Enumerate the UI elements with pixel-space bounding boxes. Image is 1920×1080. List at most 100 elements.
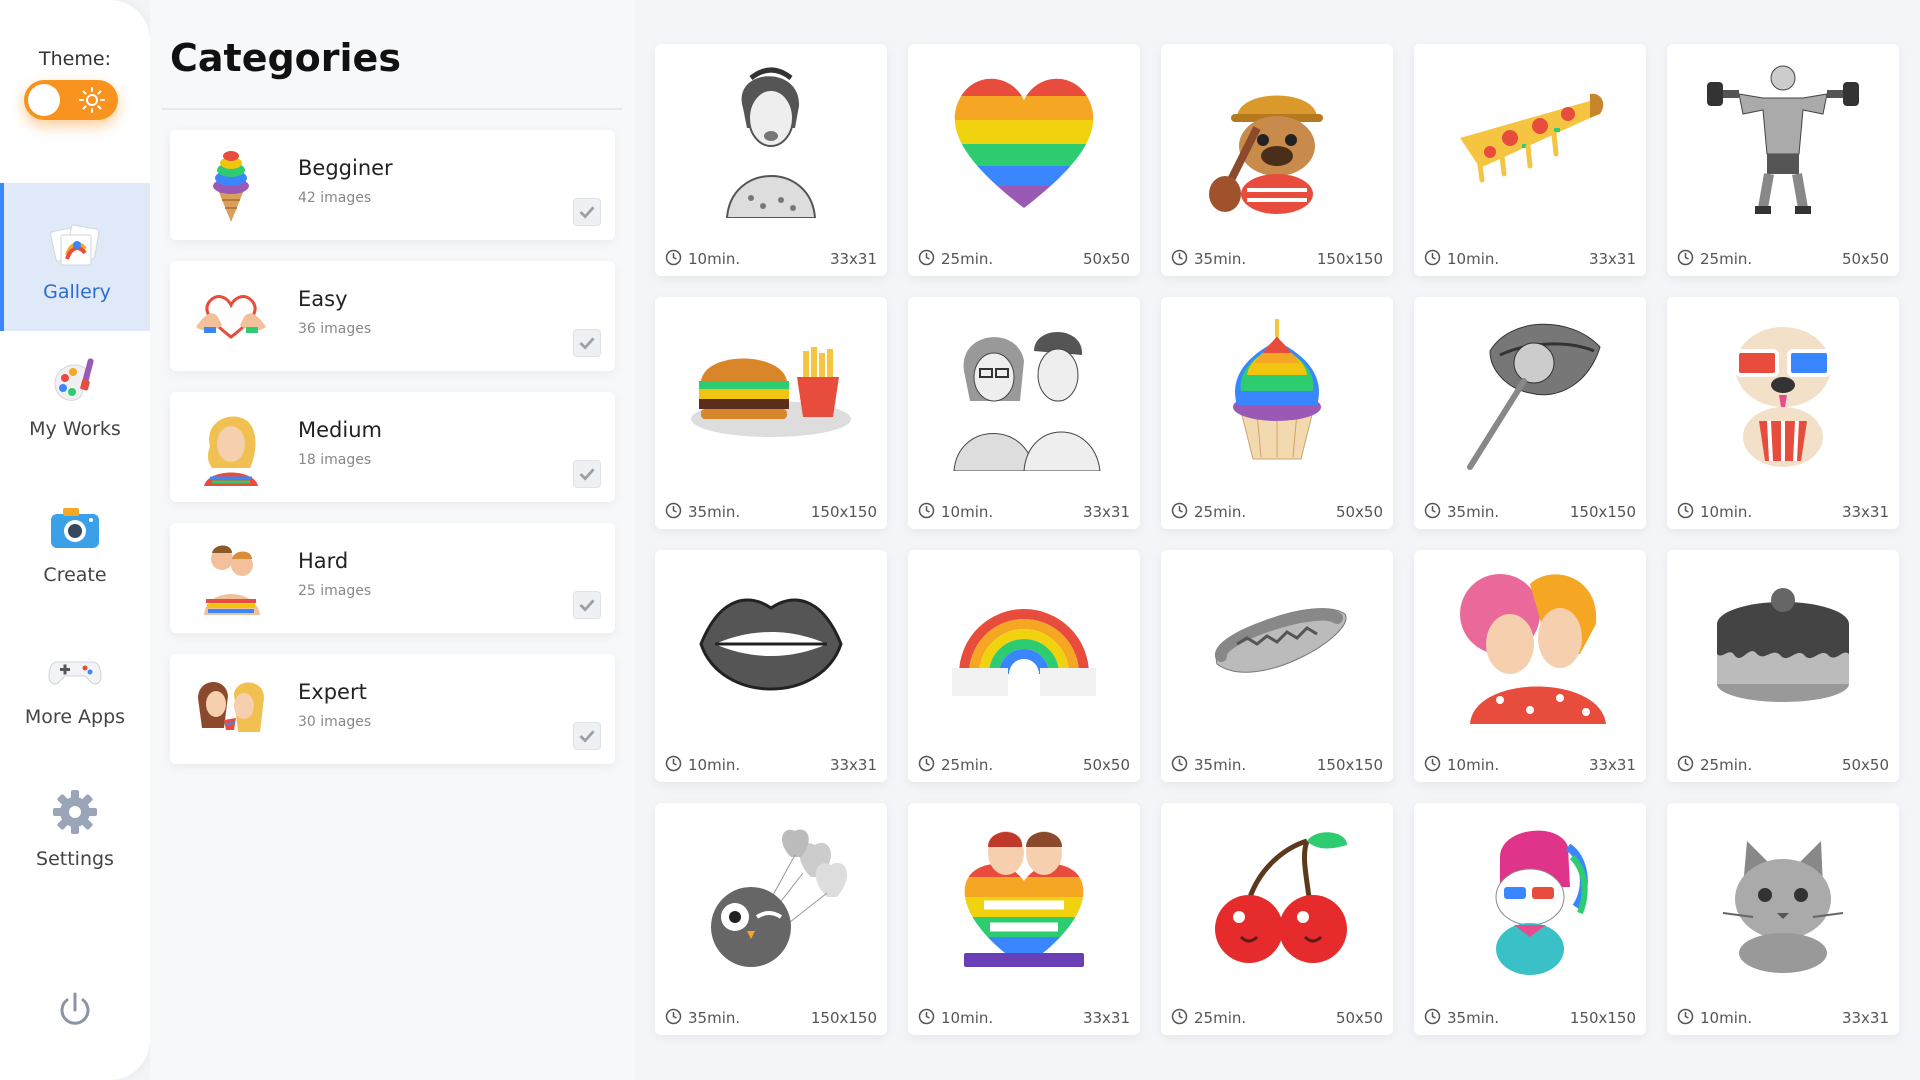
gallery-tile[interactable]: 25min. 50x50	[1667, 44, 1899, 276]
gallery-tile[interactable]: 10min. 33x31	[1667, 297, 1899, 529]
category-name: Begginer	[298, 156, 393, 180]
nav-gallery[interactable]: Gallery	[0, 183, 150, 331]
gallery-tile[interactable]: 25min. 50x50	[1161, 803, 1393, 1035]
tile-size: 33x31	[829, 756, 877, 774]
gallery-tile[interactable]: 35min. 150x150	[1414, 803, 1646, 1035]
categories-panel: Categories Begginer 42 images Easy 36 im…	[150, 0, 635, 1080]
tile-size: 150x150	[1569, 503, 1636, 521]
gallery-tile[interactable]: 25min. 50x50	[1161, 297, 1393, 529]
tile-time: 10min.	[1447, 250, 1500, 268]
tile-time: 10min.	[688, 756, 741, 774]
rainbow-clouds-art	[952, 609, 1096, 696]
gallery-tile[interactable]: 10min. 33x31	[1667, 803, 1899, 1035]
nav-more-apps-label: More Apps	[24, 706, 126, 728]
tile-size: 33x31	[829, 250, 877, 268]
tile-size: 50x50	[1335, 1009, 1383, 1027]
category-count: 36 images	[298, 321, 372, 337]
tile-size: 150x150	[1569, 1009, 1636, 1027]
tile-size: 150x150	[810, 1009, 877, 1027]
clock-icon	[1171, 249, 1188, 266]
clock-icon	[1424, 249, 1441, 266]
tile-size: 33x31	[1588, 250, 1636, 268]
clock-icon	[1171, 755, 1188, 772]
nav-settings[interactable]: Settings	[0, 782, 150, 870]
cherries-art	[1215, 832, 1347, 963]
gallery-tile[interactable]: 35min. 150x150	[1161, 550, 1393, 782]
women-kiss-art	[1460, 574, 1606, 724]
clock-icon	[1677, 755, 1694, 772]
pug-3d-glasses-art	[1735, 327, 1831, 467]
camera-icon	[51, 508, 99, 548]
sidebar: Theme: Gallery My Works Create More Apps…	[0, 0, 150, 1080]
checkbox[interactable]	[573, 722, 601, 750]
tile-time: 25min.	[941, 756, 994, 774]
gallery-icon	[50, 224, 100, 266]
clock-icon	[665, 755, 682, 772]
woman-portrait-icon	[204, 416, 258, 486]
tile-time: 35min.	[688, 503, 741, 521]
tile-time: 25min.	[941, 250, 994, 268]
clock-icon	[1677, 1008, 1694, 1025]
clock-icon	[665, 502, 682, 519]
nav-more-apps[interactable]: More Apps	[0, 640, 150, 728]
tile-time: 10min.	[1700, 503, 1753, 521]
nav-create[interactable]: Create	[0, 498, 150, 586]
gallery-tile[interactable]: 35min. 150x150	[655, 297, 887, 529]
gear-icon	[53, 790, 97, 834]
gallery-tile[interactable]: 10min. 33x31	[1414, 44, 1646, 276]
pizza-slice-art	[1460, 93, 1604, 183]
tile-size: 150x150	[810, 503, 877, 521]
tile-time: 35min.	[1447, 1009, 1500, 1027]
gallery-tile[interactable]: 10min. 33x31	[655, 44, 887, 276]
pug-guitar-art	[1209, 95, 1323, 214]
heart-hands-icon	[196, 295, 266, 339]
clock-icon	[918, 249, 935, 266]
category-count: 42 images	[298, 190, 372, 206]
tile-time: 35min.	[1447, 503, 1500, 521]
checkbox[interactable]	[573, 329, 601, 357]
gallery-tile[interactable]: 25min. 50x50	[908, 44, 1140, 276]
category-name: Hard	[298, 549, 349, 573]
lips-art	[699, 598, 843, 691]
cake-art	[1717, 588, 1849, 702]
gallery-tile[interactable]: 10min. 33x31	[908, 297, 1140, 529]
category-count: 25 images	[298, 583, 372, 599]
checkbox[interactable]	[573, 198, 601, 226]
clock-icon	[1171, 1008, 1188, 1025]
clock-icon	[1424, 1008, 1441, 1025]
clock-icon	[1677, 249, 1694, 266]
gallery-tile[interactable]: 35min. 150x150	[1414, 297, 1646, 529]
category-name: Medium	[298, 418, 382, 442]
categories-title: Categories	[170, 36, 401, 80]
gallery-tile[interactable]: 35min. 150x150	[1161, 44, 1393, 276]
tile-size: 50x50	[1082, 250, 1130, 268]
kitten-art	[1722, 841, 1844, 973]
tile-size: 150x150	[1316, 756, 1383, 774]
checkbox[interactable]	[573, 460, 601, 488]
category-card-expert[interactable]: Expert 30 images	[170, 654, 615, 764]
gallery-tile[interactable]: 10min. 33x31	[1414, 550, 1646, 782]
category-card-easy[interactable]: Easy 36 images	[170, 261, 615, 371]
checkbox[interactable]	[573, 591, 601, 619]
toggle-knob	[28, 84, 60, 116]
gallery-tile[interactable]: 10min. 33x31	[908, 803, 1140, 1035]
theme-label: Theme:	[39, 48, 111, 70]
category-card-begginer[interactable]: Begginer 42 images	[170, 130, 615, 240]
nav-my-works[interactable]: My Works	[0, 352, 150, 440]
gallery-tile[interactable]: 25min. 50x50	[1667, 550, 1899, 782]
sun-icon	[79, 87, 105, 113]
bodybuilder-art	[1707, 65, 1859, 214]
power-icon[interactable]	[55, 990, 95, 1030]
gallery-tile[interactable]: 25min. 50x50	[908, 550, 1140, 782]
pinup-woman-art	[725, 67, 817, 218]
category-card-hard[interactable]: Hard 25 images	[170, 523, 615, 633]
burger-fries-art	[691, 347, 851, 437]
category-name: Expert	[298, 680, 367, 704]
gallery-tile[interactable]: 35min. 150x150	[655, 803, 887, 1035]
theme-toggle[interactable]	[24, 80, 118, 120]
tile-size: 50x50	[1082, 756, 1130, 774]
clock-icon	[918, 1008, 935, 1025]
gallery-grid: 10min. 33x31 25min. 50x50 35min. 150x150…	[635, 0, 1920, 1080]
gallery-tile[interactable]: 10min. 33x31	[655, 550, 887, 782]
category-card-medium[interactable]: Medium 18 images	[170, 392, 615, 502]
